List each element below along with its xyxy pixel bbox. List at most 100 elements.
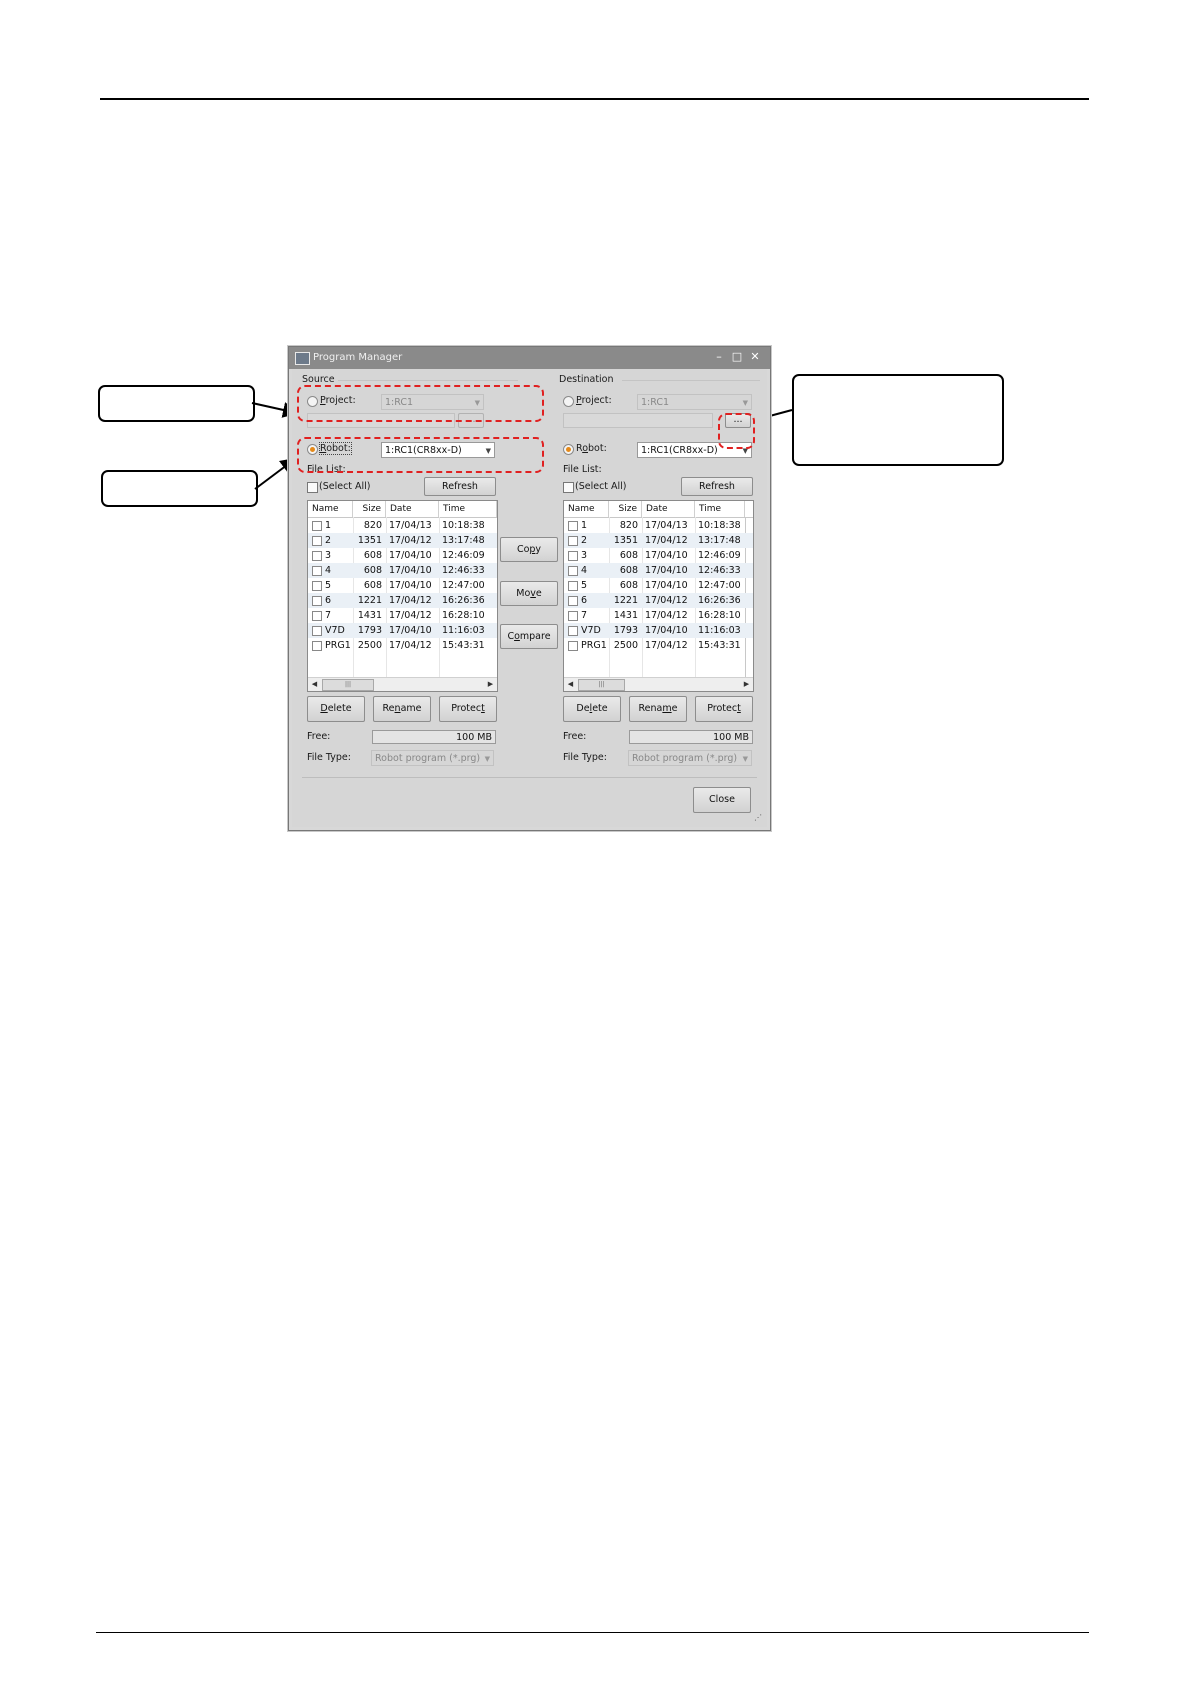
table-row[interactable]: PRG1 2500 17/04/12 15:43:31 (564, 638, 753, 653)
file-name: 4 (325, 565, 332, 576)
row-checkbox[interactable] (312, 551, 322, 561)
table-row[interactable]: V7D 1793 17/04/10 11:16:03 (308, 623, 497, 638)
destination-project-radio[interactable] (563, 396, 574, 407)
table-row[interactable]: 1 820 17/04/13 10:18:38 (564, 518, 753, 533)
destination-file-list[interactable]: Name Size Date Time 1 820 17/04/13 10:18:38… (563, 500, 754, 692)
file-time: 16:26:36 (698, 595, 741, 606)
row-checkbox[interactable] (312, 566, 322, 576)
table-row[interactable]: 4 608 17/04/10 12:46:33 (308, 563, 497, 578)
source-rename-button[interactable]: Rename (373, 696, 431, 722)
row-checkbox[interactable] (312, 611, 322, 621)
file-name: PRG1 (581, 640, 607, 651)
column-date[interactable]: Date (642, 501, 695, 517)
table-row[interactable]: 3 608 17/04/10 12:46:09 (564, 548, 753, 563)
row-checkbox[interactable] (312, 596, 322, 606)
column-date[interactable]: Date (386, 501, 439, 517)
row-checkbox[interactable] (568, 596, 578, 606)
file-time: 12:46:33 (442, 565, 485, 576)
row-checkbox[interactable] (312, 581, 322, 591)
destination-file-type-combo[interactable]: Robot program (*.prg) ▼ (628, 750, 752, 766)
column-time[interactable]: Time (695, 501, 745, 517)
scroll-thumb[interactable]: ||| (322, 679, 374, 691)
destination-robot-radio[interactable] (563, 444, 574, 455)
file-time: 13:17:48 (698, 535, 741, 546)
row-checkbox[interactable] (568, 641, 578, 651)
file-date: 17/04/10 (389, 550, 432, 561)
column-size[interactable]: Size (609, 501, 642, 517)
move-button[interactable]: Move (500, 581, 558, 606)
compare-button[interactable]: Compare (500, 624, 558, 649)
table-row[interactable]: PRG1 2500 17/04/12 15:43:31 (308, 638, 497, 653)
destination-delete-button[interactable]: Delete (563, 696, 621, 722)
scroll-left-icon[interactable]: ◀ (565, 679, 576, 690)
column-size[interactable]: Size (353, 501, 386, 517)
row-checkbox[interactable] (568, 536, 578, 546)
row-checkbox[interactable] (568, 566, 578, 576)
scroll-right-icon[interactable]: ▶ (741, 679, 752, 690)
file-name: 7 (581, 610, 588, 621)
source-protect-button[interactable]: Protect (439, 696, 497, 722)
column-name[interactable]: Name (564, 501, 609, 517)
source-file-list[interactable]: Name Size Date Time 1 820 17/04/13 10:18:38… (307, 500, 498, 692)
table-row[interactable]: 7 1431 17/04/12 16:28:10 (308, 608, 497, 623)
file-time: 16:28:10 (442, 610, 485, 621)
row-checkbox[interactable] (312, 626, 322, 636)
source-horizontal-scrollbar[interactable]: ◀ ||| ▶ (308, 677, 497, 691)
maximize-icon[interactable]: □ (730, 350, 744, 364)
resize-grip-icon[interactable]: ⋰ (754, 813, 762, 822)
table-row[interactable]: 6 1221 17/04/12 16:26:36 (308, 593, 497, 608)
row-checkbox[interactable] (312, 536, 322, 546)
scroll-left-icon[interactable]: ◀ (309, 679, 320, 690)
minimize-icon[interactable]: – (712, 350, 726, 364)
column-name[interactable]: Name (308, 501, 353, 517)
source-delete-button[interactable]: Delete (307, 696, 365, 722)
table-row[interactable]: 4 608 17/04/10 12:46:33 (564, 563, 753, 578)
destination-rename-button[interactable]: Rename (629, 696, 687, 722)
table-row[interactable]: 5 608 17/04/10 12:47:00 (564, 578, 753, 593)
row-checkbox[interactable] (568, 611, 578, 621)
highlight-project (297, 385, 544, 422)
callout-browse (792, 374, 1004, 466)
row-checkbox[interactable] (568, 521, 578, 531)
table-row[interactable]: 6 1221 17/04/12 16:26:36 (564, 593, 753, 608)
file-time: 11:16:03 (442, 625, 485, 636)
file-size: 608 (363, 580, 382, 591)
source-file-type-label: File Type: (307, 752, 351, 763)
row-checkbox[interactable] (312, 641, 322, 651)
close-icon[interactable]: ✕ (748, 350, 762, 364)
file-time: 15:43:31 (442, 640, 485, 651)
destination-protect-button[interactable]: Protect (695, 696, 753, 722)
table-row[interactable]: 2 1351 17/04/12 13:17:48 (308, 533, 497, 548)
destination-project-combo[interactable]: 1:RC1 ▼ (637, 394, 752, 410)
file-size: 820 (619, 520, 638, 531)
close-button[interactable]: Close (693, 787, 751, 813)
destination-select-all-checkbox[interactable] (563, 482, 574, 493)
title-bar[interactable]: Program Manager – □ ✕ (289, 347, 770, 369)
copy-button[interactable]: Copy (500, 537, 558, 562)
source-file-type-combo[interactable]: Robot program (*.prg) ▼ (371, 750, 494, 766)
table-row[interactable]: 1 820 17/04/13 10:18:38 (308, 518, 497, 533)
scroll-right-icon[interactable]: ▶ (485, 679, 496, 690)
file-name: 6 (325, 595, 332, 606)
file-name: 1 (581, 520, 588, 531)
table-row[interactable]: 5 608 17/04/10 12:47:00 (308, 578, 497, 593)
file-size: 608 (363, 550, 382, 561)
source-refresh-button[interactable]: Refresh (424, 477, 496, 496)
destination-refresh-button[interactable]: Refresh (681, 477, 753, 496)
row-checkbox[interactable] (568, 581, 578, 591)
file-time: 10:18:38 (442, 520, 485, 531)
row-checkbox[interactable] (568, 626, 578, 636)
row-checkbox[interactable] (568, 551, 578, 561)
source-group-line (338, 380, 518, 381)
scroll-thumb[interactable]: ||| (578, 679, 625, 691)
table-row[interactable]: 3 608 17/04/10 12:46:09 (308, 548, 497, 563)
table-row[interactable]: 2 1351 17/04/12 13:17:48 (564, 533, 753, 548)
column-time[interactable]: Time (439, 501, 497, 517)
destination-project-path (563, 413, 713, 428)
table-row[interactable]: V7D 1793 17/04/10 11:16:03 (564, 623, 753, 638)
destination-horizontal-scrollbar[interactable]: ◀ ||| ▶ (564, 677, 753, 691)
file-date: 17/04/10 (645, 550, 688, 561)
source-select-all-checkbox[interactable] (307, 482, 318, 493)
row-checkbox[interactable] (312, 521, 322, 531)
table-row[interactable]: 7 1431 17/04/12 16:28:10 (564, 608, 753, 623)
